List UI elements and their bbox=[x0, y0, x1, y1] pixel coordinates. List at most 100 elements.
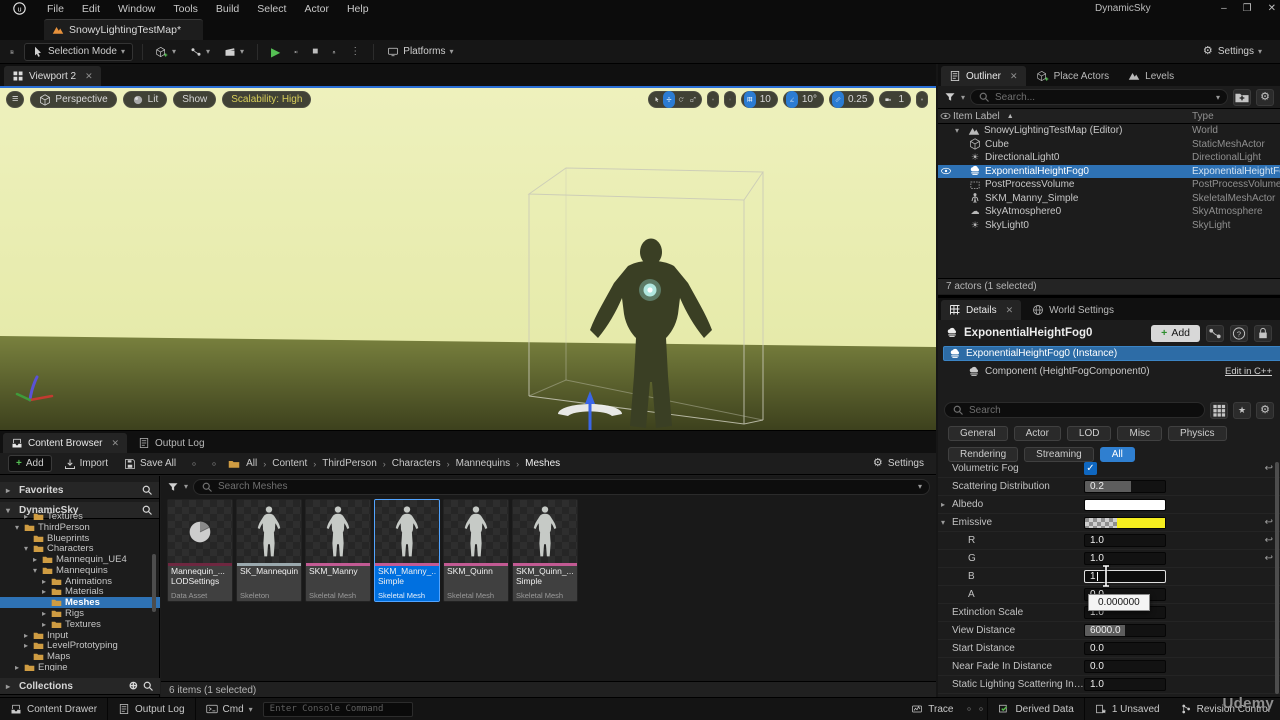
folder-tree-item[interactable]: ▸Textures bbox=[0, 619, 160, 630]
tab-output-log[interactable]: Output Log bbox=[130, 433, 212, 453]
forward-button[interactable] bbox=[208, 458, 220, 470]
viewport-canvas[interactable]: ≡ Perspective Lit Show Scalability: High… bbox=[0, 86, 936, 430]
outliner-row[interactable]: ▾SnowyLightingTestMap (Editor)World bbox=[938, 124, 1280, 138]
play-options-button[interactable]: ⋮ bbox=[346, 44, 364, 59]
tree-scrollbar[interactable] bbox=[152, 554, 156, 612]
folder-tree-item[interactable]: ▸Engine bbox=[0, 662, 160, 671]
folder-tree-item[interactable]: Maps bbox=[0, 651, 160, 662]
reset-to-default-icon[interactable]: ↩ bbox=[1265, 535, 1273, 546]
folder-tree-item[interactable]: ▾ThirdPerson bbox=[0, 522, 160, 533]
cb-add-button[interactable]: +Add bbox=[8, 455, 52, 472]
chevron-down-icon[interactable]: ▾ bbox=[941, 518, 945, 527]
trace-button[interactable]: Trace bbox=[901, 698, 963, 720]
folder-tree-item[interactable]: Blueprints bbox=[0, 533, 160, 544]
tab-content-browser[interactable]: Content Browser✕ bbox=[3, 433, 127, 453]
stop-button[interactable]: ■ bbox=[308, 44, 322, 59]
cinematics-dropdown[interactable]: ▾ bbox=[220, 44, 248, 60]
details-scrollbar[interactable] bbox=[1275, 462, 1279, 694]
reset-to-default-icon[interactable]: ↩ bbox=[1265, 517, 1273, 528]
scalability-button[interactable]: Scalability: High bbox=[222, 91, 311, 108]
viewport-options-button[interactable]: ≡ bbox=[6, 91, 24, 108]
world-space-button[interactable] bbox=[707, 91, 719, 108]
folder-tree-item[interactable]: ▸Animations bbox=[0, 576, 160, 587]
reset-to-default-icon[interactable]: ↩ bbox=[1265, 553, 1273, 564]
chevron-right-icon[interactable]: ▸ bbox=[24, 641, 33, 650]
filter-chip-physics[interactable]: Physics bbox=[1168, 426, 1226, 441]
chevron-right-icon[interactable]: ▸ bbox=[15, 663, 24, 671]
filter-chip-lod[interactable]: LOD bbox=[1067, 426, 1112, 441]
instance-row[interactable]: ExponentialHeightFog0 (Instance) bbox=[943, 346, 1280, 361]
outliner-row[interactable]: CubeStaticMeshActor bbox=[938, 138, 1280, 152]
tab-world-settings[interactable]: World Settings bbox=[1024, 300, 1122, 320]
new-folder-button[interactable] bbox=[1233, 89, 1251, 106]
viewport-layout-button[interactable] bbox=[916, 91, 928, 108]
outliner-row[interactable]: ☀SkyLight0SkyLight bbox=[938, 219, 1280, 233]
skip-button[interactable] bbox=[290, 46, 302, 58]
reset-to-default-icon[interactable]: ↩ bbox=[1265, 463, 1273, 474]
outliner-column-header[interactable]: Item Label▲ Type bbox=[938, 108, 1280, 124]
folder-tree-item[interactable]: ▸Rigs bbox=[0, 608, 160, 619]
rotate-tool-button[interactable] bbox=[675, 91, 687, 108]
perspective-dropdown[interactable]: Perspective bbox=[30, 91, 116, 108]
unreal-logo-icon[interactable]: u bbox=[0, 2, 38, 15]
menu-build[interactable]: Build bbox=[207, 3, 248, 15]
chevron-right-icon[interactable]: ▸ bbox=[941, 500, 945, 509]
filter-chip-misc[interactable]: Misc bbox=[1117, 426, 1162, 441]
display-options-button[interactable] bbox=[1210, 402, 1228, 419]
selection-mode-dropdown[interactable]: Selection Mode▾ bbox=[24, 43, 133, 61]
chevron-right-icon[interactable]: ▸ bbox=[33, 555, 42, 564]
edit-in-cpp-link[interactable]: Edit in C++ bbox=[1225, 366, 1272, 377]
outliner-row[interactable]: ExponentialHeightFog0ExponentialHeightFo… bbox=[938, 165, 1280, 179]
number-field[interactable]: 1.0 bbox=[1084, 678, 1166, 691]
slider-field[interactable]: 6000.0 bbox=[1084, 624, 1166, 637]
menu-edit[interactable]: Edit bbox=[73, 3, 109, 15]
output-log-button[interactable]: Output Log bbox=[108, 698, 194, 720]
breadcrumb-characters[interactable]: Characters bbox=[392, 458, 441, 469]
breadcrumb-thirdperson[interactable]: ThirdPerson bbox=[322, 458, 376, 469]
property-row[interactable]: View Distance6000.0 bbox=[938, 622, 1280, 640]
rotation-snap-control[interactable]: 10° bbox=[783, 91, 824, 108]
color-swatch[interactable] bbox=[1084, 517, 1166, 529]
asset-tile[interactable]: SK_MannequinSkeleton bbox=[236, 499, 302, 602]
menu-file[interactable]: File bbox=[38, 3, 73, 15]
outliner-search-input[interactable]: Search... ▾ bbox=[970, 89, 1228, 105]
number-field[interactable]: 1.0 bbox=[1084, 552, 1166, 565]
outliner-row[interactable]: ☀DirectionalLight0DirectionalLight bbox=[938, 151, 1280, 165]
import-button[interactable]: Import bbox=[60, 456, 112, 472]
number-field[interactable]: 0.0 bbox=[1084, 642, 1166, 655]
tab-details[interactable]: Details✕ bbox=[941, 300, 1021, 320]
surface-snap-button[interactable] bbox=[724, 91, 736, 108]
chevron-right-icon[interactable]: ▸ bbox=[24, 631, 33, 640]
breadcrumb-all[interactable]: All bbox=[246, 458, 257, 469]
close-button[interactable]: ✕ bbox=[1268, 3, 1276, 14]
scale-snap-control[interactable]: 0.25 bbox=[829, 91, 874, 108]
checkbox-checked-icon[interactable]: ✓ bbox=[1084, 462, 1097, 475]
scale-tool-button[interactable] bbox=[687, 91, 699, 108]
color-swatch[interactable] bbox=[1084, 499, 1166, 511]
outliner-settings-button[interactable]: ⚙ bbox=[1256, 89, 1274, 106]
save-all-button[interactable]: Save All bbox=[120, 456, 180, 472]
grid-snap-control[interactable]: 10 bbox=[741, 91, 778, 108]
tab-viewport-2[interactable]: Viewport 2 ✕ bbox=[4, 66, 101, 86]
property-row[interactable]: Static Lighting Scattering Intensi...1.0 bbox=[938, 676, 1280, 694]
asset-tile[interactable]: SKM_QuinnSkeletal Mesh bbox=[443, 499, 509, 602]
outliner-filter-button[interactable] bbox=[944, 91, 956, 103]
asset-filter-button[interactable] bbox=[167, 481, 179, 493]
maximize-button[interactable]: ❐ bbox=[1243, 3, 1252, 14]
folder-tree-item[interactable]: ▸Mannequin_UE4 bbox=[0, 554, 160, 565]
insights-button[interactable] bbox=[963, 698, 975, 720]
help-button[interactable]: ? bbox=[1230, 325, 1248, 342]
lock-button[interactable] bbox=[1254, 325, 1272, 342]
property-row[interactable]: Near Fade In Distance0.0 bbox=[938, 658, 1280, 676]
favorites-filter-button[interactable]: ★ bbox=[1233, 402, 1251, 419]
unsaved-button[interactable]: 1 Unsaved bbox=[1085, 698, 1170, 720]
asset-search-input[interactable]: Search Meshes ▾ bbox=[193, 479, 930, 495]
outliner-row[interactable]: PostProcessVolumePostProcessVolume bbox=[938, 178, 1280, 192]
derived-data-button[interactable]: Derived Data bbox=[988, 698, 1083, 720]
add-actor-dropdown[interactable]: ▾ bbox=[152, 44, 180, 60]
menu-help[interactable]: Help bbox=[338, 3, 378, 15]
tab-close-icon[interactable]: ✕ bbox=[111, 438, 119, 449]
content-drawer-button[interactable]: Content Drawer bbox=[0, 698, 107, 720]
chevron-right-icon[interactable]: ▸ bbox=[42, 609, 51, 618]
breadcrumb-content[interactable]: Content bbox=[272, 458, 307, 469]
